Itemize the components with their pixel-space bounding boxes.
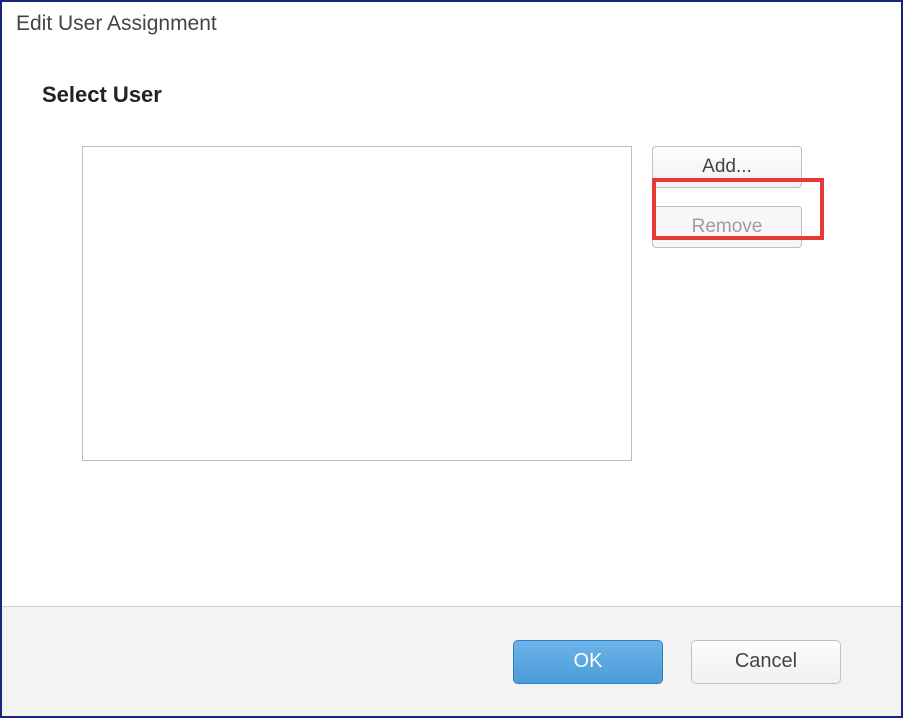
remove-button: Remove <box>652 206 802 248</box>
ok-button[interactable]: OK <box>513 640 663 684</box>
window-title: Edit User Assignment <box>2 2 901 42</box>
section-heading: Select User <box>42 82 881 108</box>
user-selection-row: Add... Remove <box>82 146 881 461</box>
add-button[interactable]: Add... <box>652 146 802 188</box>
dialog-footer: OK Cancel <box>2 606 901 716</box>
user-list[interactable] <box>82 146 632 461</box>
cancel-button[interactable]: Cancel <box>691 640 841 684</box>
list-buttons: Add... Remove <box>652 146 802 248</box>
dialog-content: Select User Add... Remove <box>2 42 901 481</box>
